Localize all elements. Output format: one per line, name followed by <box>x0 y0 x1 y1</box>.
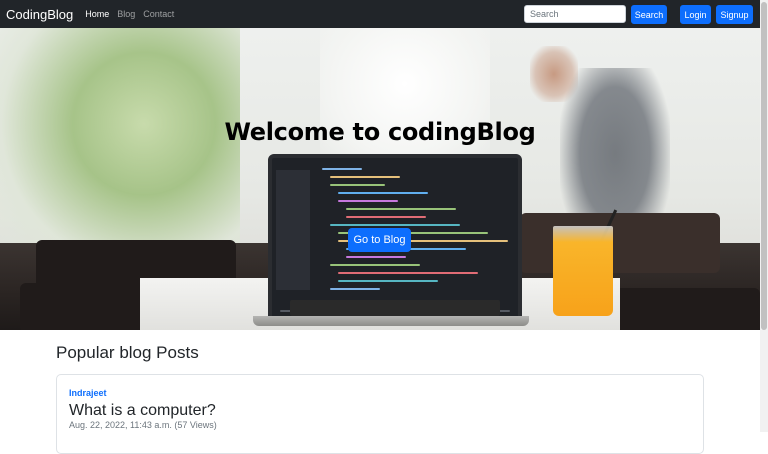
hero-title: Welcome to codingBlog <box>224 118 536 146</box>
code-line <box>338 280 438 282</box>
code-line <box>330 288 380 290</box>
hero-background-greenery <box>0 28 240 268</box>
hero-background-window <box>320 28 490 168</box>
code-line <box>346 208 456 210</box>
code-line <box>346 216 426 218</box>
juice-glass <box>553 226 613 316</box>
code-line <box>330 264 420 266</box>
code-line <box>322 168 362 170</box>
laptop-base <box>253 316 529 326</box>
post-title[interactable]: What is a computer? <box>69 402 216 420</box>
nav-link-contact[interactable]: Contact <box>143 9 174 19</box>
post-meta: Aug. 22, 2022, 11:43 a.m. (57 Views) <box>69 420 217 430</box>
page-scrollbar[interactable] <box>760 0 768 432</box>
code-line <box>338 192 428 194</box>
code-line <box>330 176 400 178</box>
scrollbar-thumb[interactable] <box>761 2 767 330</box>
hero-banner: Welcome to codingBlog Go to Blog <box>0 28 760 330</box>
code-line <box>338 272 478 274</box>
go-to-blog-button[interactable]: Go to Blog <box>348 228 411 252</box>
brand-logo[interactable]: CodingBlog <box>6 7 73 22</box>
code-line <box>330 224 460 226</box>
code-line <box>346 256 406 258</box>
nav-link-blog[interactable]: Blog <box>117 9 135 19</box>
search-input[interactable] <box>524 5 626 23</box>
code-line <box>338 200 398 202</box>
post-author[interactable]: Indrajeet <box>69 388 107 398</box>
blog-post-card[interactable]: Indrajeet What is a computer? Aug. 22, 2… <box>56 374 704 454</box>
hero-chair-right <box>520 213 720 273</box>
code-line <box>330 184 385 186</box>
login-button[interactable]: Login <box>680 5 711 24</box>
laptop-code-sidebar <box>276 170 310 290</box>
signup-button[interactable]: Signup <box>716 5 753 24</box>
search-button[interactable]: Search <box>631 5 667 24</box>
top-navbar: CodingBlog Home Blog Contact Search Logi… <box>0 0 760 28</box>
laptop-keyboard <box>290 300 500 316</box>
nav-link-home[interactable]: Home <box>85 9 109 19</box>
section-title: Popular blog Posts <box>56 343 199 362</box>
